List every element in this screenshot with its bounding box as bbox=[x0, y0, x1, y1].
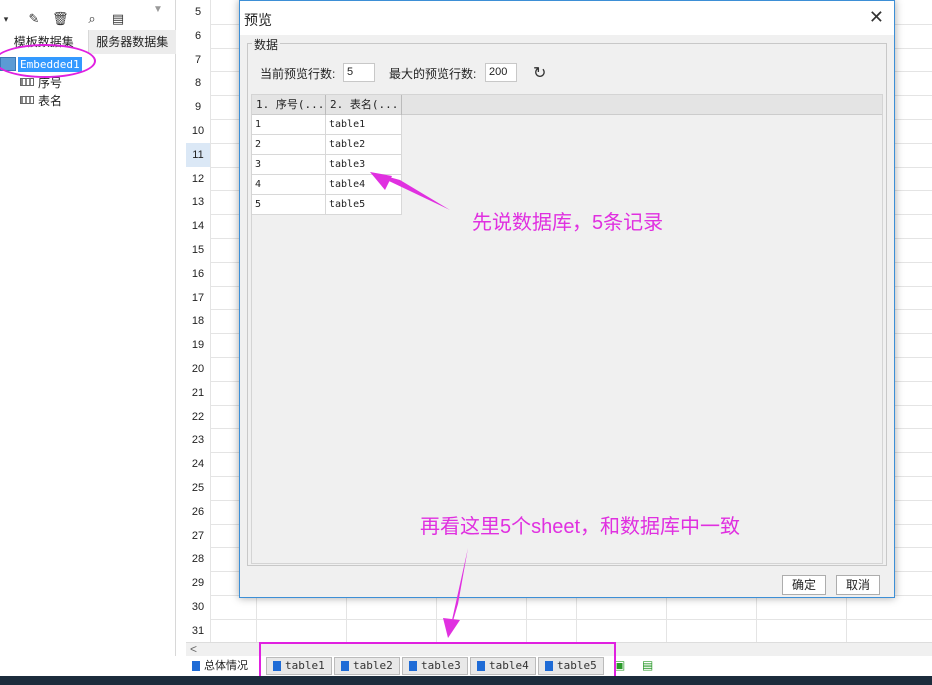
dataset-panel: ▾ ✎ 🗑 ⌕ ▤ ▼ 模板数据集 服务器数据集 Embedded1 序号 表名 bbox=[0, 0, 176, 656]
table-cell: table3 bbox=[326, 155, 402, 175]
table-cell: 3 bbox=[252, 155, 326, 175]
row-number[interactable]: 14 bbox=[186, 214, 210, 239]
row-number[interactable]: 13 bbox=[186, 190, 210, 215]
delete-trash-icon[interactable]: 🗑 bbox=[52, 11, 69, 27]
max-rows-label: 最大的预览行数: bbox=[389, 67, 477, 81]
annotation-text-sheets: 再看这里5个sheet，和数据库中一致 bbox=[420, 516, 741, 538]
preview-doc-icon[interactable]: ⌕ bbox=[84, 11, 100, 27]
field-icon bbox=[20, 96, 34, 104]
close-icon[interactable]: ✕ bbox=[869, 7, 884, 27]
table-cell: 1 bbox=[252, 115, 326, 135]
annotation-tabs-box bbox=[259, 642, 616, 680]
row-number[interactable]: 21 bbox=[186, 380, 210, 405]
tree-field-tablename[interactable]: 表名 bbox=[20, 92, 62, 108]
taskbar bbox=[0, 676, 932, 685]
row-number[interactable]: 12 bbox=[186, 166, 210, 191]
add-poly-sheet-icon[interactable]: ▤ bbox=[642, 658, 653, 672]
table-cell: 5 bbox=[252, 195, 326, 215]
row-number[interactable]: 26 bbox=[186, 499, 210, 524]
table-cell: table5 bbox=[326, 195, 402, 215]
row-number[interactable]: 9 bbox=[186, 95, 210, 120]
dialog-titlebar: 预览 ✕ bbox=[240, 1, 894, 35]
scroll-left-icon[interactable]: < bbox=[190, 642, 197, 656]
row-number[interactable]: 20 bbox=[186, 357, 210, 381]
add-dropdown-icon[interactable]: ▾ bbox=[0, 11, 12, 27]
table-header: 1. 序号(... 2. 表名(... bbox=[252, 95, 882, 115]
row-number[interactable]: 15 bbox=[186, 238, 210, 262]
column-header-tablename[interactable]: 2. 表名(... bbox=[326, 95, 402, 115]
row-number[interactable]: 11 bbox=[186, 142, 210, 167]
dialog-title: 预览 bbox=[244, 12, 272, 28]
row-number[interactable]: 8 bbox=[186, 71, 210, 96]
sheet-tab-summary[interactable]: 总体情况 bbox=[192, 657, 248, 675]
current-rows-input[interactable]: 5 bbox=[343, 63, 375, 82]
row-number[interactable]: 5 bbox=[186, 0, 210, 24]
data-group: 数据 当前预览行数: 5 最大的预览行数: 200 ↻ 1. 序号(... 2.… bbox=[247, 36, 887, 566]
table-cell: table4 bbox=[326, 175, 402, 195]
row-number[interactable]: 16 bbox=[186, 261, 210, 286]
row-number[interactable]: 29 bbox=[186, 571, 210, 596]
row-number[interactable]: 10 bbox=[186, 119, 210, 143]
row-number[interactable]: 17 bbox=[186, 285, 210, 310]
grid-line bbox=[210, 0, 211, 642]
dataset-toolbar: ▾ ✎ 🗑 ⌕ ▤ ▼ bbox=[0, 4, 176, 30]
table-cell: 4 bbox=[252, 175, 326, 195]
ok-button[interactable]: 确定 bbox=[782, 575, 826, 595]
row-number[interactable]: 25 bbox=[186, 476, 210, 500]
sheet-tab-label: 总体情况 bbox=[204, 660, 248, 672]
max-rows-input[interactable]: 200 bbox=[485, 63, 517, 82]
refresh-icon[interactable]: ↻ bbox=[533, 63, 546, 83]
tab-server-dataset[interactable]: 服务器数据集 bbox=[87, 30, 176, 54]
edit-pencil-icon[interactable]: ✎ bbox=[26, 11, 42, 27]
row-number[interactable]: 28 bbox=[186, 547, 210, 572]
annotation-text-database: 先说数据库，5条记录 bbox=[472, 212, 664, 234]
field-icon bbox=[20, 78, 34, 86]
tree-field-label: 表名 bbox=[38, 93, 63, 108]
row-number[interactable]: 6 bbox=[186, 23, 210, 48]
table-cell: 2 bbox=[252, 135, 326, 155]
row-number[interactable]: 18 bbox=[186, 309, 210, 334]
row-number[interactable]: 31 bbox=[186, 618, 210, 643]
row-number[interactable]: 27 bbox=[186, 523, 210, 548]
current-rows-label: 当前预览行数: bbox=[260, 67, 336, 81]
preview-dialog: 预览 ✕ 数据 当前预览行数: 5 最大的预览行数: 200 ↻ 1. 序号(.… bbox=[239, 0, 895, 598]
sheet-icon bbox=[192, 661, 200, 671]
row-number[interactable]: 23 bbox=[186, 428, 210, 453]
row-number[interactable]: 30 bbox=[186, 595, 210, 619]
column-header-seq[interactable]: 1. 序号(... bbox=[252, 95, 326, 115]
group-label: 数据 bbox=[252, 36, 281, 53]
row-number[interactable]: 19 bbox=[186, 333, 210, 358]
row-number[interactable]: 22 bbox=[186, 404, 210, 429]
table-cell: table2 bbox=[326, 135, 402, 155]
row-number[interactable]: 24 bbox=[186, 452, 210, 477]
row-number[interactable]: 7 bbox=[186, 47, 210, 72]
cancel-button[interactable]: 取消 bbox=[836, 575, 880, 595]
table-cell: table1 bbox=[326, 115, 402, 135]
collapse-arrow-icon[interactable]: ▼ bbox=[150, 2, 166, 18]
param-doc-icon[interactable]: ▤ bbox=[110, 11, 126, 27]
preview-table: 1. 序号(... 2. 表名(... 1 table1 2 table2 3 … bbox=[251, 94, 883, 564]
grid-line bbox=[210, 618, 932, 620]
